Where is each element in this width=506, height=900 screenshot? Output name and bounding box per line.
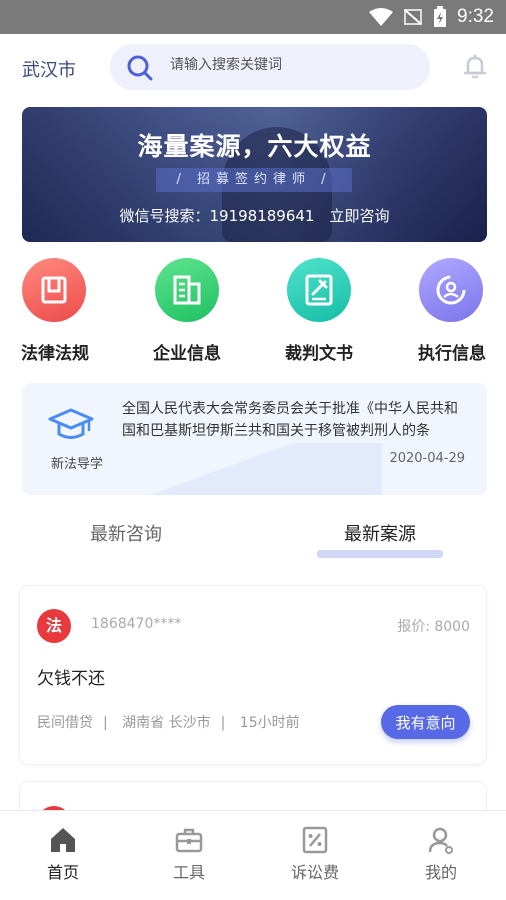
case-meta: 民间借贷 | 湖南省 长沙市 | 15小时前 [37, 712, 310, 732]
law-book-icon [22, 258, 86, 322]
nav-profile[interactable]: 我的 [378, 811, 504, 900]
notice-decoration [82, 443, 382, 495]
case-title: 欠钱不还 [37, 669, 105, 689]
search-icon[interactable] [126, 54, 154, 82]
category-execution[interactable]: 执行信息 [396, 258, 506, 364]
status-time: 9:32 [457, 6, 494, 27]
nav-label: 我的 [424, 863, 457, 882]
status-bar: 9:32 [0, 0, 506, 34]
nav-label: 首页 [46, 863, 79, 882]
no-signal-icon [404, 9, 423, 25]
bell-icon[interactable] [460, 52, 490, 82]
bottom-nav: 首页 工具 诉讼费 我的 [0, 810, 506, 900]
toolbox-icon [175, 828, 203, 853]
interested-button[interactable]: 我有意向 [381, 705, 470, 739]
execution-icon [419, 258, 483, 322]
battery-charging-icon [434, 6, 447, 27]
category-grid: 法律法规 企业信息 裁判文书 执行信息 [0, 258, 506, 368]
avatar: 法 [37, 609, 71, 643]
promo-banner[interactable]: 海量案源，六大权益 / 招募签约律师 / 微信号搜索：19198189641 立… [22, 107, 487, 242]
home-icon [51, 828, 75, 852]
notice-text: 全国人民代表大会常务委员会关于批准《中华人民共和国和巴基斯坦伊斯兰共和国关于移管… [122, 401, 458, 439]
header: 武汉市 [0, 34, 506, 100]
case-card[interactable]: 法 1868470**** 报价: 8000 欠钱不还 民间借贷 | 湖南省 长沙… [20, 586, 486, 764]
fee-icon [302, 826, 328, 854]
search-input[interactable] [170, 57, 410, 73]
case-location: 湖南省 长沙市 [122, 715, 211, 731]
category-judgments[interactable]: 裁判文书 [264, 258, 374, 364]
client-phone: 1868470**** [91, 616, 182, 632]
graduation-cap-icon [48, 408, 94, 439]
wifi-icon [369, 8, 394, 26]
banner-contact: 微信号搜索：19198189641 立即咨询 [119, 207, 390, 225]
nav-fees[interactable]: 诉讼费 [252, 811, 378, 900]
law-guide-notice[interactable]: 新法导学 全国人民代表大会常务委员会关于批准《中华人民共和国和巴基斯坦伊斯兰共和… [22, 383, 487, 495]
case-tabs: 最新咨询 最新案源 [0, 510, 506, 562]
meta-separator: | [103, 715, 108, 731]
nav-home[interactable]: 首页 [0, 811, 126, 900]
search-bar[interactable] [110, 44, 430, 90]
building-icon [155, 258, 219, 322]
nav-tools[interactable]: 工具 [126, 811, 252, 900]
meta-separator: | [220, 715, 226, 731]
category-company[interactable]: 企业信息 [132, 258, 242, 364]
category-label: 法律法规 [21, 344, 89, 364]
banner-subtitle: / 招募签约律师 / [156, 168, 352, 192]
status-icons: 9:32 [369, 6, 494, 28]
nav-label: 诉讼费 [290, 863, 339, 882]
category-label: 企业信息 [153, 344, 221, 364]
category-laws[interactable]: 法律法规 [0, 258, 110, 364]
case-time: 15小时前 [239, 715, 300, 731]
tab-indicator [317, 550, 443, 558]
profile-icon [428, 827, 453, 854]
tab-latest-cases[interactable]: 最新案源 [300, 520, 460, 546]
notice-caption: 新法导学 [50, 457, 103, 472]
judgment-doc-icon [287, 258, 351, 322]
category-label: 裁判文书 [285, 344, 353, 364]
case-category: 民间借贷 [37, 715, 93, 731]
notice-date: 2020-04-29 [389, 451, 465, 466]
banner-title: 海量案源，六大权益 [137, 132, 372, 161]
category-label: 执行信息 [418, 344, 486, 364]
case-price: 报价: 8000 [397, 619, 470, 635]
tab-latest-consult[interactable]: 最新咨询 [46, 520, 206, 546]
city-selector[interactable]: 武汉市 [22, 56, 76, 82]
nav-label: 工具 [172, 863, 205, 882]
